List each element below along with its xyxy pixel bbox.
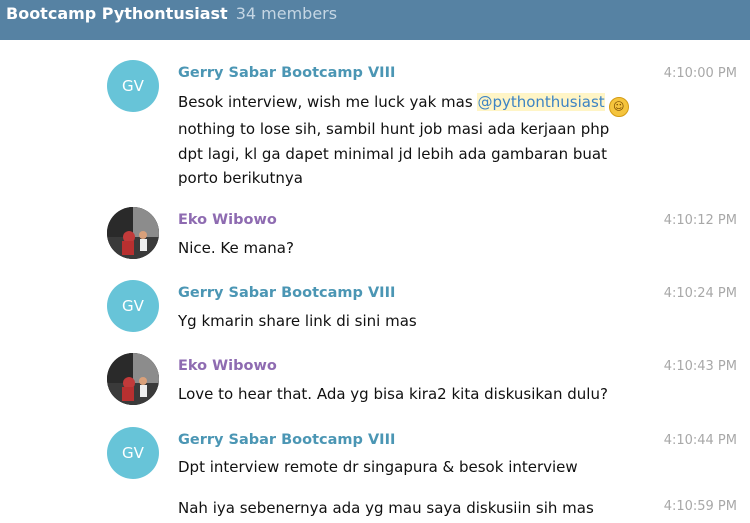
message-time: 4:10:43 PM xyxy=(663,359,737,374)
chat-title[interactable]: Bootcamp Pythontusiast xyxy=(6,4,228,23)
avatar-eko[interactable] xyxy=(107,353,159,405)
message-text: Dpt interview remote dr singapura & beso… xyxy=(178,458,578,476)
sender-name[interactable]: Gerry Sabar Bootcamp VIII xyxy=(178,65,395,81)
member-count[interactable]: 34 members xyxy=(236,4,337,23)
message-text: Nice. Ke mana? xyxy=(178,239,294,257)
avatar-photo-icon xyxy=(107,207,159,259)
message-time: 4:10:24 PM xyxy=(663,286,737,301)
sender-name[interactable]: Eko Wibowo xyxy=(178,212,277,228)
grinning-face-icon: ☺ xyxy=(608,97,629,117)
message-time: 4:10:59 PM xyxy=(663,499,737,514)
avatar-eko[interactable] xyxy=(107,207,159,259)
message-text: Besok interview, wish me luck yak mas @p… xyxy=(178,90,638,191)
message-text: Nah iya sebenernya ada yg mau saya disku… xyxy=(178,499,594,517)
avatar-photo-icon xyxy=(107,353,159,405)
message-time: 4:10:00 PM xyxy=(663,66,737,81)
avatar-gerry[interactable]: GV xyxy=(107,427,159,479)
avatar-gerry[interactable]: GV xyxy=(107,60,159,112)
message-time: 4:10:12 PM xyxy=(663,213,737,228)
message-text-part: Besok interview, wish me luck yak mas xyxy=(178,93,473,111)
message-text-part: nothing to lose sih, sambil hunt job mas… xyxy=(178,120,610,187)
avatar-gerry[interactable]: GV xyxy=(107,280,159,332)
chat-header: Bootcamp Pythontusiast 34 members xyxy=(0,0,750,40)
sender-name[interactable]: Eko Wibowo xyxy=(178,358,277,374)
sender-name[interactable]: Gerry Sabar Bootcamp VIII xyxy=(178,432,395,448)
message-time: 4:10:44 PM xyxy=(663,433,737,448)
message-text: Love to hear that. Ada yg bisa kira2 kit… xyxy=(178,385,608,403)
mention-link[interactable]: @pythonthusiast xyxy=(477,93,605,111)
sender-name[interactable]: Gerry Sabar Bootcamp VIII xyxy=(178,285,395,301)
message-text: Yg kmarin share link di sini mas xyxy=(178,312,417,330)
